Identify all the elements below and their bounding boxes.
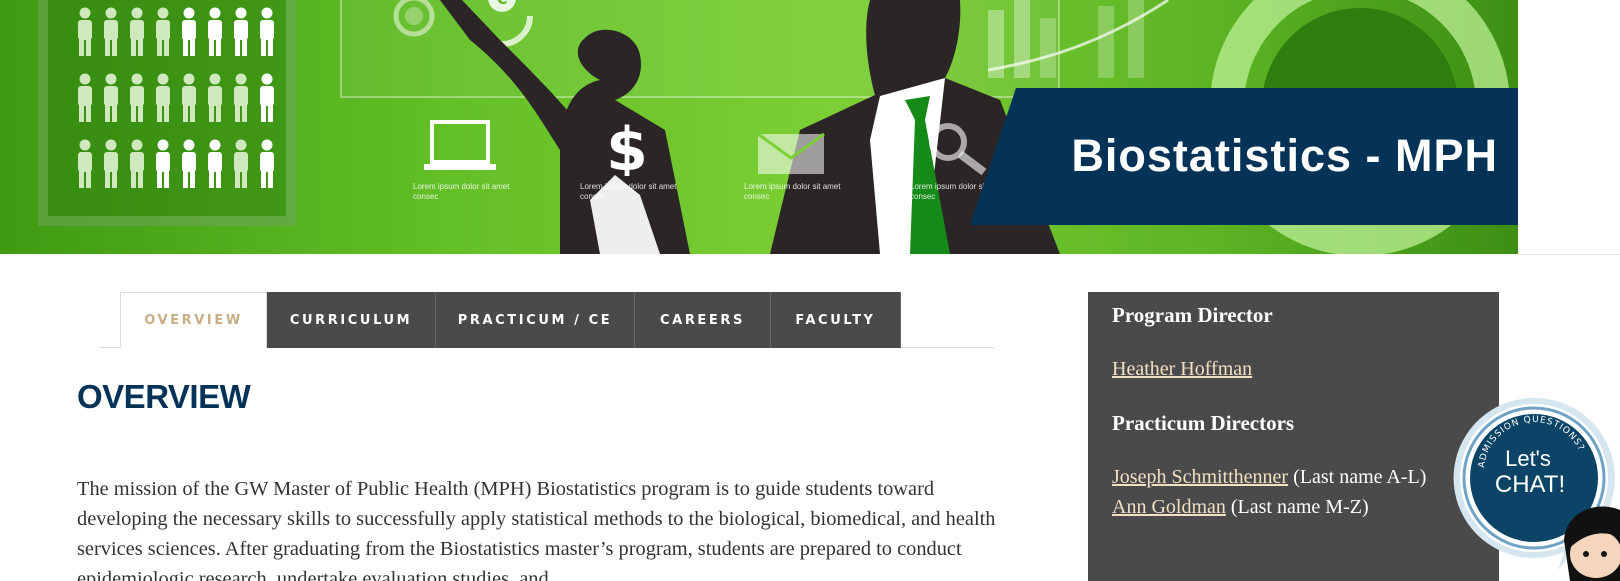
hero-divider <box>1518 254 1620 255</box>
laptop-icon <box>424 120 496 170</box>
practicum-director-1: Joseph Schmitthenner (Last name A-L) <box>1112 462 1475 492</box>
magnifier-icon <box>929 123 987 176</box>
section-heading: OVERVIEW <box>77 378 251 415</box>
contacts-sidebar: Program Director Heather Hoffman Practic… <box>1088 292 1499 581</box>
program-director-link[interactable]: Heather Hoffman <box>1112 358 1252 380</box>
tab-overview[interactable]: OVERVIEW <box>120 292 267 348</box>
program-tabs: OVERVIEW CURRICULUM PRACTICUM / CE CAREE… <box>120 292 901 348</box>
feature-envelope: Lorem ipsum dolor sit amet consec <box>736 118 846 202</box>
practicum-director-2-link[interactable]: Ann Goldman <box>1112 496 1226 518</box>
overview-paragraph: The mission of the GW Master of Public H… <box>77 478 996 581</box>
chat-line-2: CHAT! <box>1495 471 1565 498</box>
feature-caption: Lorem ipsum dolor sit amet consec <box>744 182 841 201</box>
practicum-directors-heading: Practicum Directors <box>1112 411 1295 435</box>
practicum-director-2: Ann Goldman (Last name M-Z) <box>1112 492 1475 522</box>
tab-curriculum[interactable]: CURRICULUM <box>267 292 436 348</box>
tab-practicum-ce[interactable]: PRACTICUM / CE <box>436 292 635 348</box>
envelope-icon <box>757 132 825 174</box>
practicum-director-1-note: (Last name A-L) <box>1293 466 1427 488</box>
program-director-heading: Program Director <box>1112 303 1273 327</box>
dollar-icon: $ <box>606 116 648 176</box>
tab-faculty[interactable]: FACULTY <box>771 292 901 348</box>
feature-dollar: $ Lorem ipsum dolor sit amet consec <box>572 116 682 202</box>
practicum-director-2-note: (Last name M-Z) <box>1230 496 1369 518</box>
practicum-director-1-link[interactable]: Joseph Schmitthenner <box>1112 466 1288 488</box>
page-title: Biostatistics - MPH <box>1071 130 1498 181</box>
tab-careers[interactable]: CAREERS <box>635 292 771 348</box>
feature-caption: Lorem ipsum dolor sit amet consec <box>413 182 510 201</box>
feature-laptop: Lorem ipsum dolor sit amet consec <box>405 118 515 202</box>
hero-banner: € Lorem ipsum dolor sit amet consec <box>0 0 1518 254</box>
chat-line-1: Let's <box>1505 446 1551 471</box>
svg-text:$: $ <box>606 116 648 176</box>
feature-caption: Lorem ipsum dolor sit amet consec <box>580 182 677 201</box>
chat-widget[interactable]: ADMISSION QUESTIONS? Let's CHAT! <box>1446 392 1620 581</box>
title-banner: Biostatistics - MPH <box>970 88 1518 225</box>
